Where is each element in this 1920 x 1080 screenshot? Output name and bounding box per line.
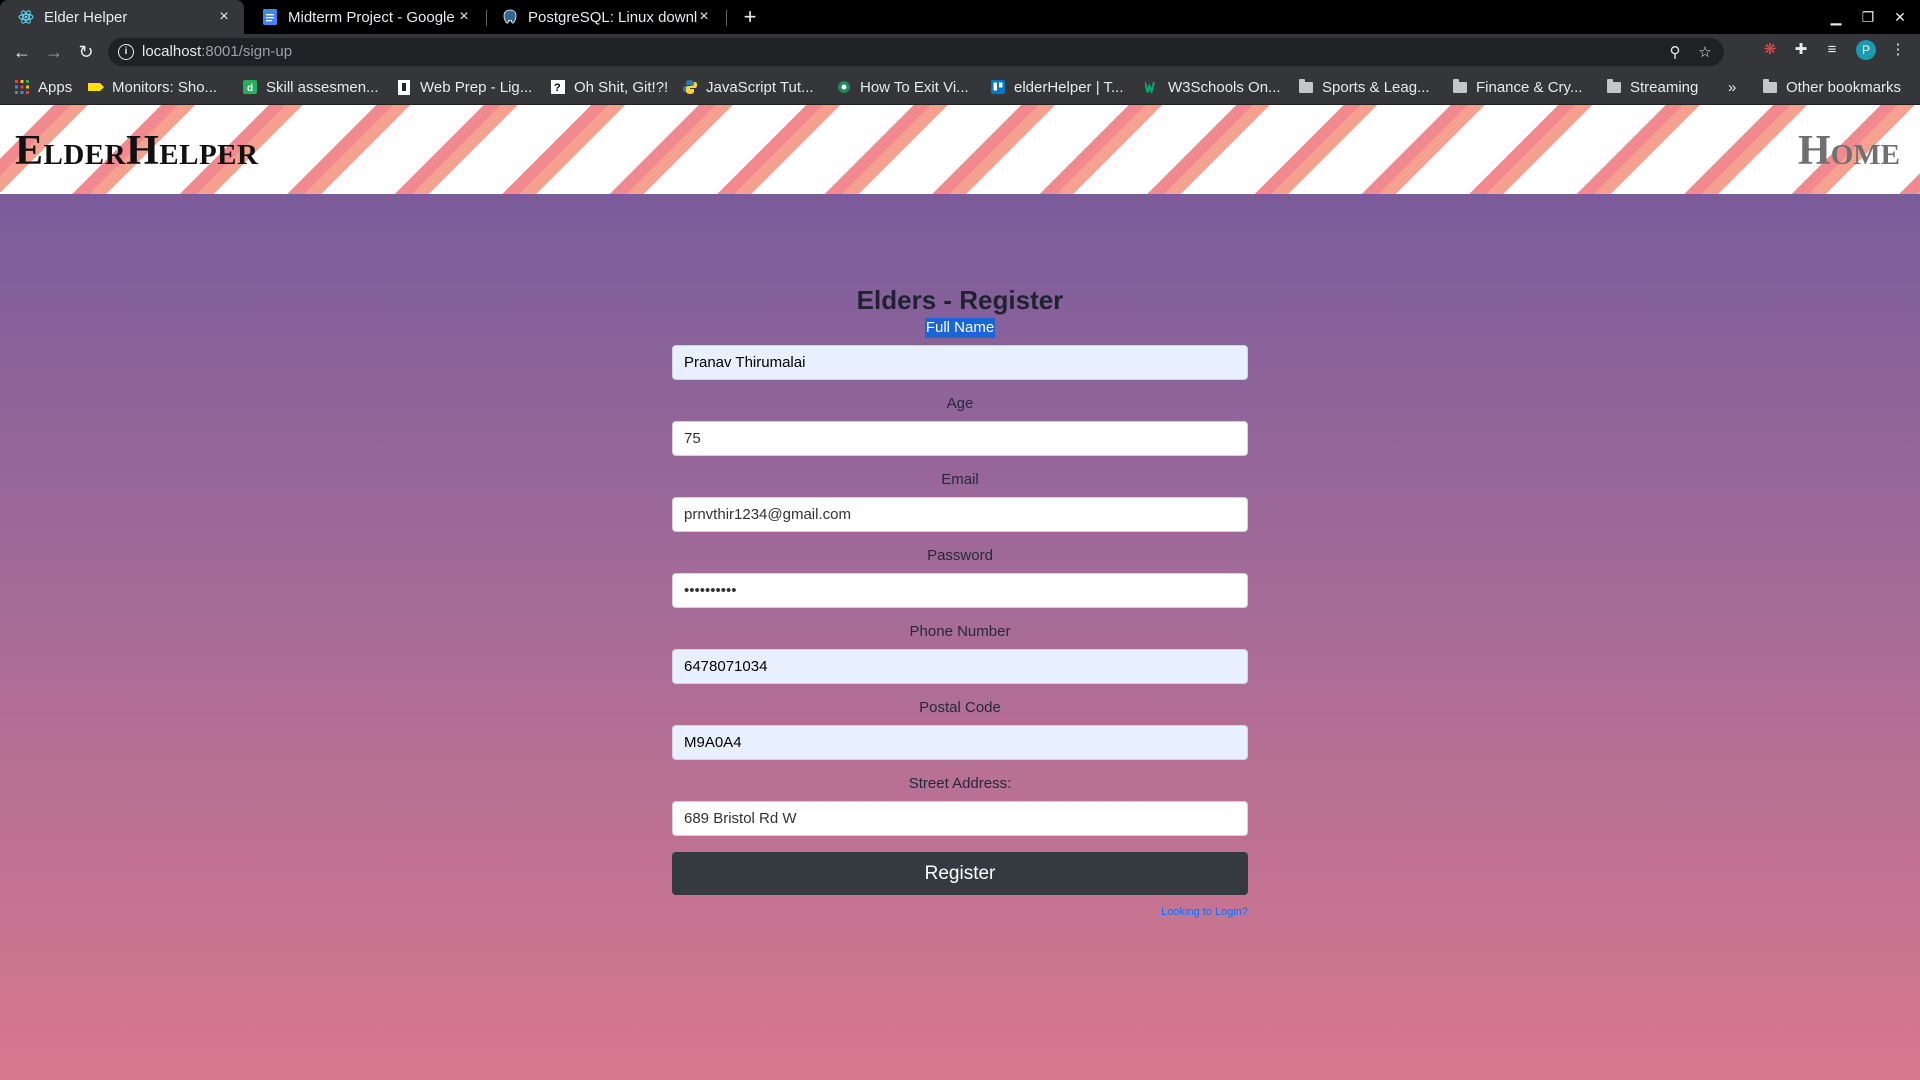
tab-title: Midterm Project - Google (288, 8, 455, 26)
close-icon[interactable]: × (456, 9, 472, 25)
trello-icon (990, 79, 1006, 95)
w3schools-icon (1144, 79, 1160, 95)
page-icon (396, 79, 412, 95)
folder-icon (1452, 78, 1468, 95)
svg-text:d: d (247, 83, 253, 94)
back-icon[interactable]: ← (10, 40, 34, 64)
kebab-menu-icon[interactable]: ⋮ (1888, 40, 1908, 60)
bookmark-elderhelper-trello[interactable]: elderHelper | T... (990, 70, 1124, 104)
google-docs-icon (262, 9, 278, 25)
tab-title: PostgreSQL: Linux downl (528, 8, 698, 26)
globe-icon (836, 79, 852, 95)
restore-icon[interactable]: ❐ (1858, 8, 1878, 26)
bookmark-folder-streaming[interactable]: Streaming (1606, 70, 1698, 104)
profile-avatar[interactable]: P (1856, 40, 1876, 60)
bookmarks-overflow-button[interactable]: » (1728, 70, 1736, 104)
password-input[interactable] (672, 573, 1248, 608)
extension-off-icon[interactable]: ❋ (1760, 40, 1780, 60)
tab-separator (726, 10, 727, 26)
register-form: Elders - Register Full Name Age Email Pa… (672, 284, 1248, 918)
browser-toolbar: ← → ↻ i localhost:8001/sign-up ⚲ ☆ (0, 34, 1920, 70)
new-tab-button[interactable]: + (738, 5, 762, 29)
home-link[interactable]: Home (1798, 127, 1900, 175)
email-input[interactable] (672, 497, 1248, 532)
folder-icon (1762, 78, 1778, 95)
tab-strip: Elder Helper × Midterm Project - Google … (0, 0, 1920, 34)
folder-icon (1298, 78, 1314, 95)
minimize-icon[interactable]: ▁ (1826, 8, 1846, 26)
close-icon[interactable]: × (696, 9, 712, 25)
close-icon[interactable]: × (216, 9, 232, 25)
forward-icon[interactable]: → (42, 40, 66, 64)
postgresql-icon (502, 9, 518, 25)
bookmark-web-prep[interactable]: Web Prep - Lig... (396, 70, 532, 104)
tab-title: Elder Helper (44, 8, 128, 26)
bookmark-monitors[interactable]: Monitors: Sho... (88, 70, 217, 104)
folder-icon (1606, 78, 1622, 95)
form-title: Elders - Register (856, 285, 1064, 315)
age-label: Age (946, 395, 974, 412)
d-logo-icon: d (242, 79, 258, 95)
brand-logo[interactable]: ElderHelper (15, 127, 258, 175)
full-name-input[interactable] (672, 345, 1248, 380)
url-text[interactable]: localhost:8001/sign-up (142, 43, 292, 60)
bookmark-w3schools[interactable]: W3Schools On... (1144, 70, 1281, 104)
bookmark-star-icon[interactable]: ☆ (1696, 44, 1714, 62)
bestbuy-icon (88, 79, 104, 95)
bookmark-folder-sports[interactable]: Sports & Leag... (1298, 70, 1430, 104)
question-icon: ? (550, 79, 566, 95)
bookmark-how-to-exit-vim[interactable]: How To Exit Vi... (836, 70, 969, 104)
bookmark-apps[interactable]: Apps (14, 70, 72, 104)
media-queue-icon[interactable]: ≡ (1822, 40, 1842, 60)
tab-postgresql[interactable]: PostgreSQL: Linux downl × (484, 0, 724, 34)
street-address-input[interactable] (672, 801, 1248, 836)
full-name-label: Full Name (924, 318, 996, 338)
react-icon (18, 9, 34, 25)
tab-midterm-project[interactable]: Midterm Project - Google × (244, 0, 484, 34)
postal-code-label: Postal Code (919, 699, 1001, 716)
bookmark-oh-shit-git[interactable]: ? Oh Shit, Git!?! (550, 70, 668, 104)
bookmarks-bar: Apps Monitors: Sho... d Skill assesmen...… (0, 70, 1920, 105)
puzzle-extensions-icon[interactable]: ✚ (1791, 40, 1811, 60)
postal-code-input[interactable] (672, 725, 1248, 760)
other-bookmarks[interactable]: Other bookmarks (1762, 70, 1901, 104)
phone-number-label: Phone Number (909, 623, 1011, 640)
login-link[interactable]: Looking to Login? (672, 906, 1248, 918)
register-section: Elders - Register Full Name Age Email Pa… (0, 194, 1920, 1080)
street-address-label: Street Address: (908, 775, 1012, 792)
apps-grid-icon (14, 79, 30, 95)
password-label: Password (927, 547, 993, 564)
email-label: Email (941, 471, 979, 488)
address-bar[interactable]: i localhost:8001/sign-up ⚲ ☆ (108, 38, 1724, 66)
bookmark-skill-assessment[interactable]: d Skill assesmen... (242, 70, 379, 104)
python-icon (682, 79, 698, 95)
register-button[interactable]: Register (672, 852, 1248, 895)
bookmark-folder-finance[interactable]: Finance & Cry... (1452, 70, 1582, 104)
age-input[interactable] (672, 421, 1248, 456)
web-page: ElderHelper Home Elders - Register Full … (0, 105, 1920, 1080)
bookmark-javascript-tutorial[interactable]: JavaScript Tut... (682, 70, 814, 104)
reload-icon[interactable]: ↻ (74, 40, 98, 64)
phone-number-input[interactable] (672, 649, 1248, 684)
svg-text:?: ? (554, 82, 561, 94)
tab-elder-helper[interactable]: Elder Helper × (0, 0, 244, 34)
site-header: ElderHelper Home (0, 105, 1920, 194)
info-icon[interactable]: i (118, 44, 134, 60)
window-close-icon[interactable]: ✕ (1890, 8, 1910, 26)
zoom-icon[interactable]: ⚲ (1666, 44, 1684, 62)
